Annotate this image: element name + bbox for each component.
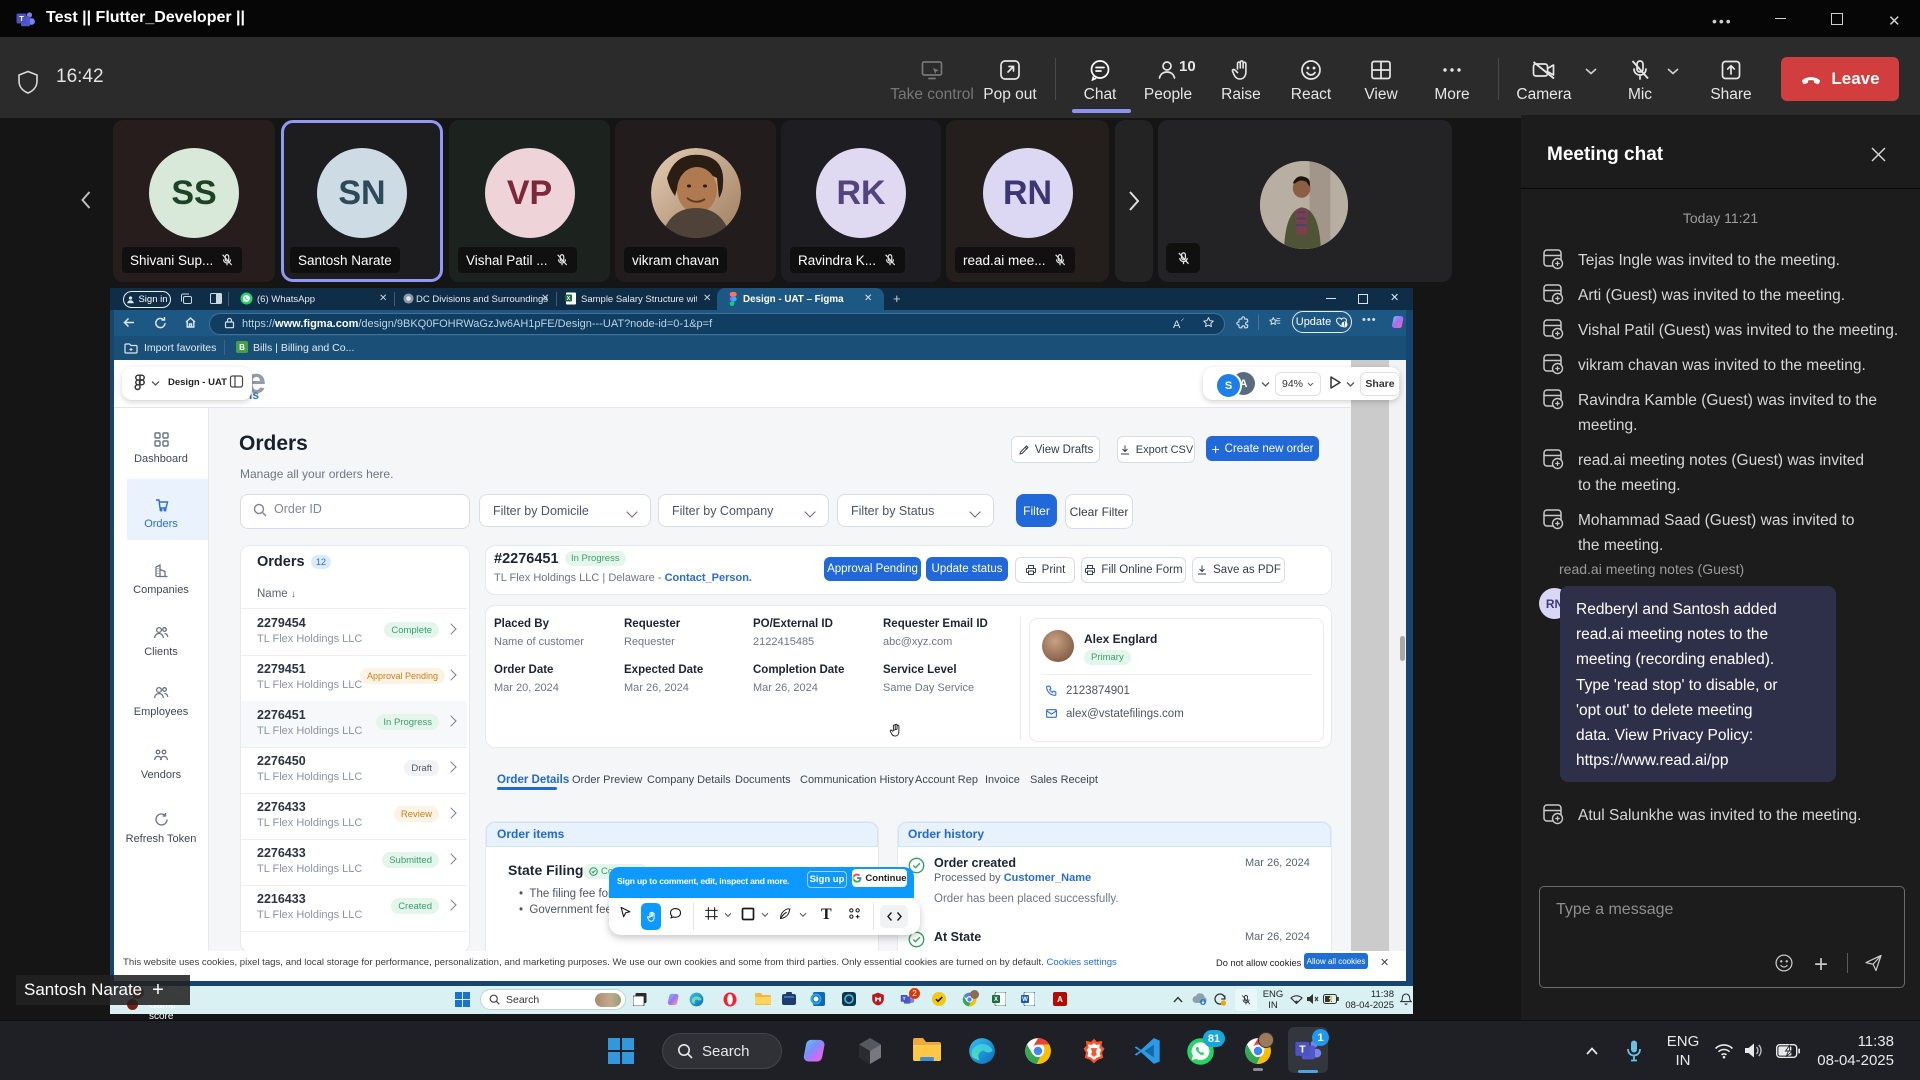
svg-text:T: T bbox=[19, 14, 24, 23]
svg-text:B: B bbox=[239, 343, 245, 352]
svg-text:T: T bbox=[903, 996, 906, 1002]
svg-text:T: T bbox=[1299, 1044, 1306, 1056]
svg-text:A: A bbox=[1057, 995, 1063, 1004]
svg-text:X: X bbox=[567, 296, 571, 302]
svg-text:!: ! bbox=[1344, 322, 1346, 327]
svg-text:X: X bbox=[994, 997, 998, 1003]
svg-text:W: W bbox=[1022, 997, 1028, 1003]
